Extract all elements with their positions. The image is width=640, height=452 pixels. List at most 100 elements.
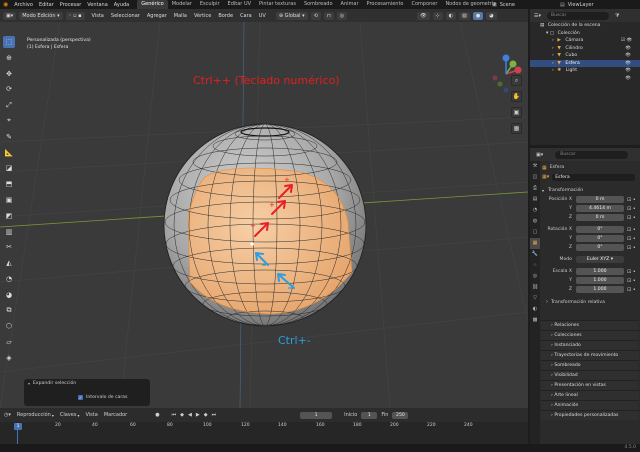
- shear-icon[interactable]: ▱: [3, 336, 15, 348]
- location-x-field[interactable]: 0 m: [576, 196, 624, 203]
- snap-button[interactable]: ⊓: [323, 11, 334, 20]
- face-step-row[interactable]: ✓ Intervalo de caras: [78, 392, 150, 402]
- menu-marcador[interactable]: Marcador: [104, 412, 127, 418]
- gizmo-toggle-button[interactable]: ⊹: [432, 11, 443, 20]
- chevron-right-icon[interactable]: ›: [552, 46, 554, 51]
- blender-logo-icon[interactable]: ◉: [3, 1, 8, 8]
- transform-panel-header[interactable]: ▾ Transformación: [542, 185, 638, 195]
- perspective-grid-icon[interactable]: ▦: [511, 123, 522, 134]
- keyframe-dot-icon[interactable]: ⊡ •: [627, 206, 636, 212]
- eye-icon[interactable]: 👁: [621, 45, 637, 53]
- start-frame-field[interactable]: 1: [361, 411, 378, 419]
- menu-uv[interactable]: UV: [259, 13, 266, 19]
- editor-type-button[interactable]: ▣▾: [3, 11, 17, 20]
- chevron-right-icon[interactable]: ›: [552, 68, 554, 73]
- loop-cut-icon[interactable]: ▥: [3, 226, 15, 238]
- rotation-x-field[interactable]: 0°: [576, 226, 624, 233]
- rotation-y-field[interactable]: 0°: [576, 235, 624, 242]
- scene-selector[interactable]: ▣ Scene: [492, 1, 515, 8]
- clock-icon[interactable]: ◷▾: [4, 412, 11, 418]
- panel-animacion[interactable]: › Animación: [541, 400, 639, 410]
- chevron-down-icon[interactable]: ▾: [546, 31, 548, 36]
- keyframe-dot-icon[interactable]: ⊡ •: [627, 227, 636, 233]
- tool-tab-icon[interactable]: ⚒: [530, 161, 540, 172]
- proportional-edit-button[interactable]: ◎: [336, 11, 348, 20]
- pan-hand-icon[interactable]: ✋: [511, 91, 522, 102]
- play-reverse-icon[interactable]: ◀: [188, 412, 192, 418]
- poly-build-icon[interactable]: ◭: [3, 257, 15, 269]
- playhead[interactable]: 1: [14, 423, 22, 430]
- visibility-button[interactable]: 👁: [417, 11, 430, 20]
- prev-key-icon[interactable]: ◆: [180, 412, 184, 418]
- object-name-field[interactable]: Esfera: [552, 173, 636, 181]
- jump-start-icon[interactable]: ⏮: [172, 412, 177, 418]
- menu-editar[interactable]: Editar: [39, 2, 54, 8]
- panel-visibilidad[interactable]: › Visibilidad: [541, 370, 639, 380]
- render-tab-icon[interactable]: ◫: [530, 172, 540, 183]
- menu-vista[interactable]: Vista: [85, 412, 97, 418]
- extrude-icon[interactable]: ⬒: [3, 178, 15, 190]
- chevron-right-icon[interactable]: ›: [552, 53, 554, 58]
- tab-esculpir[interactable]: Esculpir: [196, 0, 224, 9]
- relative-transform-header[interactable]: › Transformación relativa: [542, 297, 638, 307]
- properties-search-field[interactable]: Buscar: [555, 150, 629, 159]
- rotation-mode-dropdown[interactable]: Euler XYZ ▾: [576, 255, 624, 263]
- chevron-right-icon[interactable]: ›: [552, 61, 554, 66]
- rotate-icon[interactable]: ⟳: [3, 83, 15, 95]
- operator-panel-header[interactable]: ▾ Expandir selección: [28, 379, 150, 388]
- menu-cara[interactable]: Cara: [240, 13, 252, 19]
- panel-relaciones[interactable]: › Relaciones: [541, 320, 639, 330]
- scale-z-field[interactable]: 1.000: [576, 286, 624, 293]
- keyframe-dot-icon[interactable]: ⊡ •: [627, 197, 636, 203]
- zoom-icon[interactable]: ⌕: [511, 75, 522, 86]
- menu-seleccionar[interactable]: Seleccionar: [111, 13, 140, 19]
- menu-malla[interactable]: Malla: [174, 13, 187, 19]
- menu-borde[interactable]: Borde: [218, 13, 233, 19]
- eye-icon[interactable]: 👁: [621, 75, 637, 83]
- inset-icon[interactable]: ▣: [3, 194, 15, 206]
- keyframe-dot-icon[interactable]: ⊡ •: [627, 278, 636, 284]
- orientation-dropdown[interactable]: ⊕ Global ▾: [275, 11, 308, 20]
- panel-presentacion[interactable]: › Presentación en vistas: [541, 380, 639, 390]
- keyframe-dot-icon[interactable]: ⊡ •: [627, 269, 636, 275]
- chevron-right-icon[interactable]: ›: [552, 38, 554, 43]
- menu-vista[interactable]: Vista: [92, 13, 104, 19]
- keyframe-dot-icon[interactable]: ⊡ •: [627, 245, 636, 251]
- outliner-editor-icon[interactable]: ☰▾: [534, 13, 541, 19]
- properties-editor-icon[interactable]: ▣▾: [536, 152, 543, 158]
- tab-procesamiento[interactable]: Procesamiento: [363, 0, 408, 9]
- tab-animar[interactable]: Animar: [337, 0, 363, 9]
- panel-colecciones[interactable]: › Colecciones: [541, 330, 639, 340]
- material-tab-icon[interactable]: ◐: [530, 304, 540, 315]
- collection-row[interactable]: ▾ ▢ Colección: [530, 30, 640, 38]
- add-cube-icon[interactable]: ◪: [3, 162, 15, 174]
- tab-pintar-texturas[interactable]: Pintar texturas: [255, 0, 300, 9]
- eye-icon[interactable]: 👁: [621, 60, 637, 68]
- move-icon[interactable]: ✥: [3, 68, 15, 80]
- panel-sombreado[interactable]: › Sombreado: [541, 360, 639, 370]
- location-z-field[interactable]: 0 m: [576, 214, 624, 221]
- pivot-button[interactable]: ⟲: [310, 11, 321, 20]
- scale-icon[interactable]: ⤢: [3, 99, 15, 111]
- transform-icon[interactable]: ⌖: [3, 115, 15, 127]
- tab-editar-uv[interactable]: Editar UV: [224, 0, 255, 9]
- keyframe-dot-icon[interactable]: ⊡ •: [627, 215, 636, 221]
- shading-material-button[interactable]: ◕: [486, 11, 497, 20]
- select-box-icon[interactable]: ⬚: [3, 36, 15, 48]
- eye-icon[interactable]: 👁: [621, 67, 637, 75]
- play-icon[interactable]: ▶: [196, 412, 200, 418]
- texture-tab-icon[interactable]: ▩: [530, 315, 540, 326]
- outliner-search-field[interactable]: Buscar: [547, 11, 609, 20]
- spin-icon[interactable]: ◔: [3, 273, 15, 285]
- smooth-icon[interactable]: ◕: [3, 289, 15, 301]
- select-mode-buttons[interactable]: ◦ ▫ ▪: [65, 11, 85, 20]
- menu-ventana[interactable]: Ventana: [87, 2, 108, 8]
- checkbox-icon[interactable]: ✓: [78, 394, 83, 400]
- bevel-icon[interactable]: ◩: [3, 210, 15, 222]
- measure-icon[interactable]: 📐: [3, 147, 15, 159]
- eye-icon[interactable]: 👁: [621, 52, 637, 60]
- tab-generico[interactable]: Genérico: [137, 0, 168, 9]
- panel-instanciado[interactable]: › Instanciado: [541, 340, 639, 350]
- menu-ayuda[interactable]: Ayuda: [114, 2, 129, 8]
- menu-procesar[interactable]: Procesar: [60, 2, 81, 8]
